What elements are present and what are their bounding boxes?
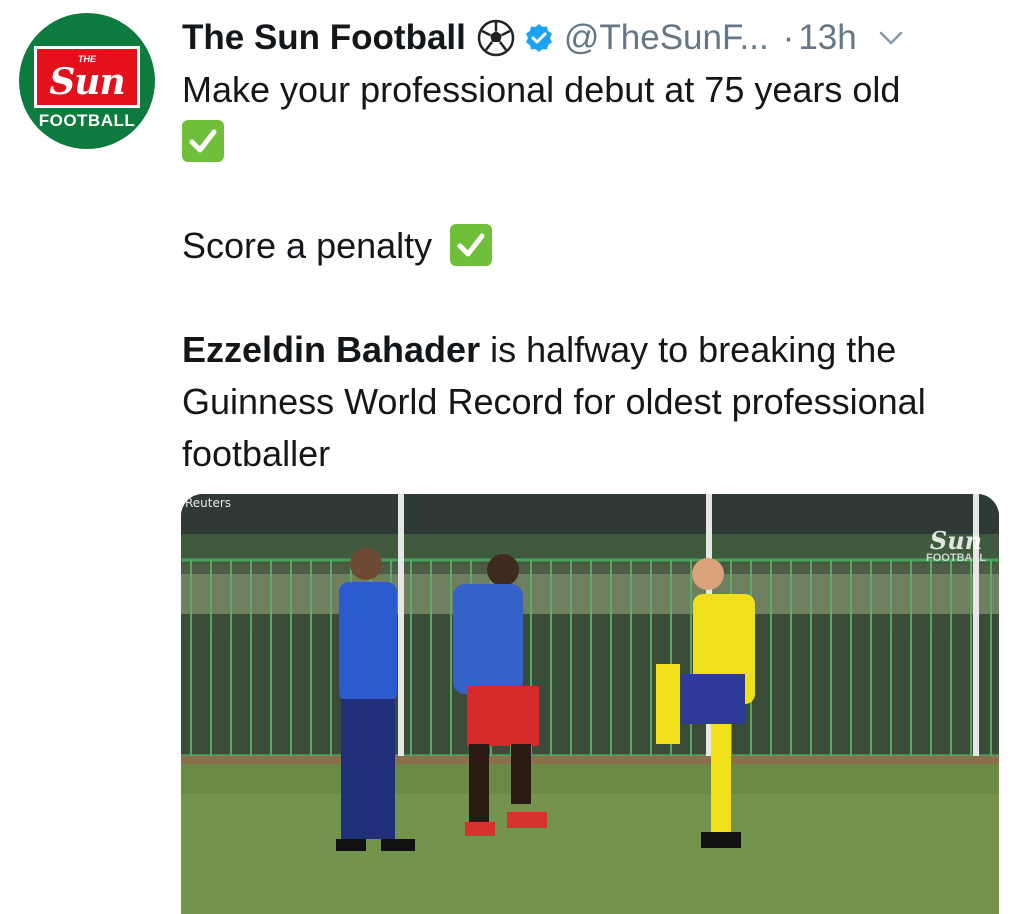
tweet-time[interactable]: 13h <box>798 18 856 58</box>
separator-dot: · <box>782 18 795 57</box>
tweet-line-check <box>182 116 1012 168</box>
tweet-line-2: Score a penalty <box>182 220 1012 272</box>
tweet-line-3: Ezzeldin Bahader is halfway to breaking … <box>182 324 1012 480</box>
player-name[interactable]: Ezzeldin Bahader <box>182 329 480 370</box>
line2-text: Score a penalty <box>182 225 433 266</box>
line1-text: Make your professional debut at 75 years… <box>182 69 901 110</box>
chevron-down-icon[interactable] <box>877 28 905 48</box>
sun-logo-box: THE Sun <box>34 46 140 108</box>
tweet-video[interactable]: Reuters Sun FOOTBALL <box>181 494 999 914</box>
author-name[interactable]: The Sun Football <box>182 18 466 58</box>
tweet-header: The Sun Football @TheSunF... · 13h <box>182 14 1002 62</box>
author-handle[interactable]: @TheSunF... <box>564 18 769 58</box>
avatar-logo-text: Sun <box>49 60 125 103</box>
watermark-logo-bottom: FOOTBALL <box>926 552 986 564</box>
watermark-logo-top: Sun <box>929 526 983 555</box>
check-mark-button-icon <box>182 120 224 162</box>
verified-badge-icon <box>525 24 552 52</box>
soccer-ball-icon <box>477 19 515 57</box>
sun-football-watermark: Sun FOOTBALL <box>925 516 987 578</box>
video-watermark: Reuters <box>185 496 232 510</box>
avatar[interactable]: THE Sun FOOTBALL <box>19 13 155 149</box>
tweet-text: Make your professional debut at 75 years… <box>182 64 1012 480</box>
video-frame <box>181 494 999 914</box>
check-mark-button-icon <box>450 224 493 266</box>
avatar-caption: FOOTBALL <box>38 111 136 130</box>
tweet-line-1: Make your professional debut at 75 years… <box>182 64 1012 116</box>
